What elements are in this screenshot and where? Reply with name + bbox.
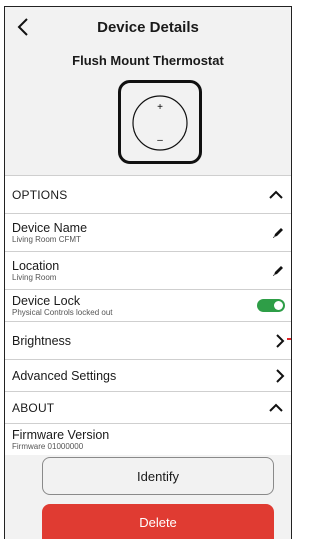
location-value: Living Room [12,272,57,282]
toggle-knob [274,301,283,310]
device-type-title: Flush Mount Thermostat [72,53,224,68]
device-lock-row: Device Lock Physical Controls locked out [5,289,291,321]
advanced-settings-row[interactable]: Advanced Settings [5,359,291,391]
device-lock-label: Device Lock [12,293,81,308]
options-section-header[interactable]: OPTIONS [5,175,291,213]
delete-button[interactable]: Delete [42,504,274,539]
device-lock-toggle[interactable] [257,299,285,312]
location-row[interactable]: Location Living Room [5,251,291,289]
dial-plus: + [157,102,163,113]
settings-list: OPTIONS Device Name Living Room CFMT Loc… [5,175,291,455]
firmware-value: Firmware 01000000 [12,441,84,451]
edit-location-icon[interactable] [271,264,285,278]
firmware-label: Firmware Version [12,427,110,442]
options-label: OPTIONS [12,187,68,202]
chevron-right-icon [275,333,285,348]
about-label: ABOUT [12,400,55,415]
advanced-settings-label: Advanced Settings [12,368,117,383]
chevron-up-icon [269,403,283,413]
location-label: Location [12,258,60,273]
device-details-screen: Device Details Flush Mount Thermostat + … [4,6,292,539]
device-lock-value: Physical Controls locked out [12,307,113,317]
device-name-row[interactable]: Device Name Living Room CFMT [5,213,291,251]
dial-minus: – [157,135,163,146]
thermostat-image: + – [118,80,202,164]
device-header: Device Details Flush Mount Thermostat + … [5,7,291,175]
device-name-label: Device Name [12,220,88,235]
identify-button[interactable]: Identify [42,457,274,495]
thermostat-dial-icon: + – [132,95,188,151]
brightness-row[interactable]: Brightness [5,321,291,359]
firmware-row: Firmware Version Firmware 01000000 [5,423,291,455]
chevron-up-icon [269,190,283,200]
edit-device-name-icon[interactable] [271,226,285,240]
about-section-header[interactable]: ABOUT [5,391,291,423]
chevron-right-icon [275,368,285,383]
brightness-label: Brightness [12,333,72,348]
page-title: Device Details [97,19,199,36]
device-name-value: Living Room CFMT [12,234,81,244]
brightness-indicator [287,338,291,340]
